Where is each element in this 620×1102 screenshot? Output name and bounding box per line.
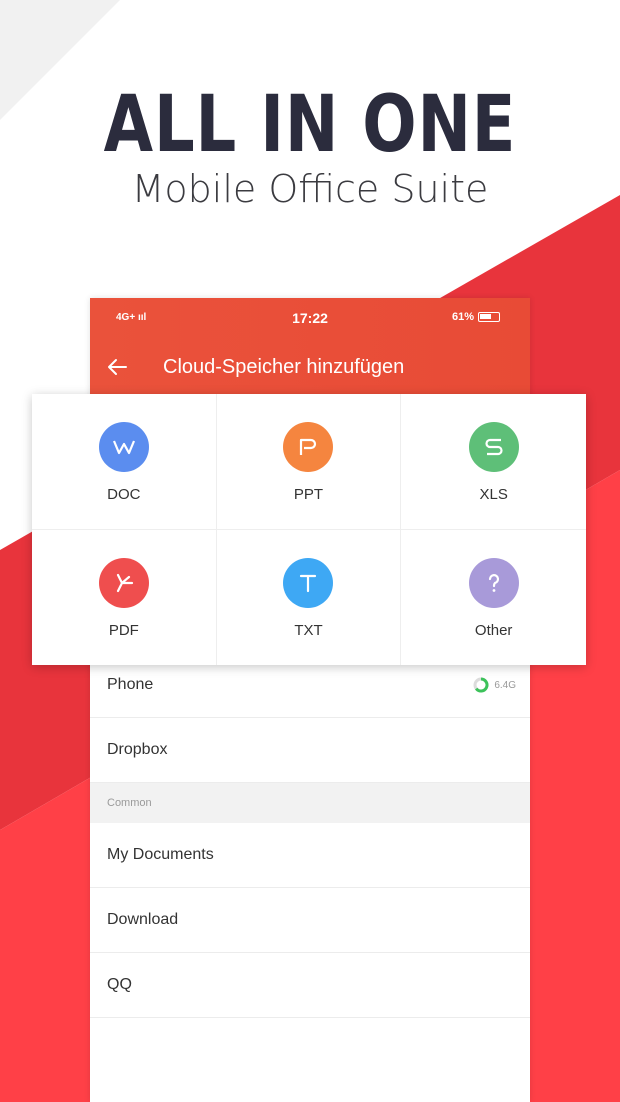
promo-headline: ALL IN ONE	[103, 80, 517, 170]
list-item-my-documents[interactable]: My Documents	[90, 823, 530, 888]
file-type-other[interactable]: Other	[401, 530, 586, 666]
list-item-label: Phone	[107, 676, 154, 693]
file-type-pdf[interactable]: PDF	[32, 529, 217, 665]
status-bar: 4G+ ııl 17:22 61%	[90, 310, 530, 328]
storage-value: 6.4G	[494, 679, 516, 691]
file-type-label: TXT	[294, 621, 323, 639]
file-type-label: PDF	[108, 621, 139, 639]
promo-subline: Mobile Office Suite	[131, 167, 489, 211]
page-title: Cloud-Speicher hinzufügen	[163, 356, 405, 378]
file-type-label: DOC	[107, 486, 141, 503]
file-type-grid: DOC PPT XLS PDF TXT Other	[32, 394, 586, 665]
list-item-label: QQ	[107, 976, 132, 993]
file-type-xls[interactable]: XLS	[401, 394, 586, 530]
list-item-qq[interactable]: QQ	[90, 953, 530, 1018]
file-type-label: XLS	[479, 486, 508, 503]
app-bar: 4G+ ııl 17:22 61% Cloud-Speicher hinzufü…	[90, 298, 530, 396]
ppt-p-icon	[283, 422, 334, 472]
doc-w-icon	[98, 422, 149, 472]
pdf-icon	[98, 557, 149, 608]
question-icon	[468, 557, 519, 608]
file-type-label: PPT	[293, 486, 324, 503]
battery-percent: 61%	[451, 311, 474, 323]
location-list: Phone 6.4G Dropbox Common My Documents D…	[90, 653, 530, 1018]
file-type-doc[interactable]: DOC	[32, 394, 217, 530]
list-item-label: Dropbox	[107, 741, 168, 758]
txt-t-icon	[283, 557, 334, 608]
file-type-txt[interactable]: TXT	[217, 529, 402, 665]
battery-indicator: 61%	[452, 311, 500, 323]
list-item-label: Download	[107, 911, 179, 928]
list-item-label: My Documents	[107, 846, 214, 863]
xls-s-icon	[468, 422, 519, 472]
file-type-label: Other	[474, 621, 513, 639]
battery-icon	[478, 312, 500, 322]
file-type-ppt[interactable]: PPT	[216, 394, 402, 530]
storage-indicator: 6.4G	[473, 677, 516, 693]
back-arrow-icon[interactable]	[106, 356, 128, 378]
list-item-download[interactable]: Download	[90, 888, 530, 953]
list-item-dropbox[interactable]: Dropbox	[90, 718, 530, 783]
section-header-common: Common	[90, 783, 530, 823]
storage-ring-icon	[473, 677, 489, 693]
